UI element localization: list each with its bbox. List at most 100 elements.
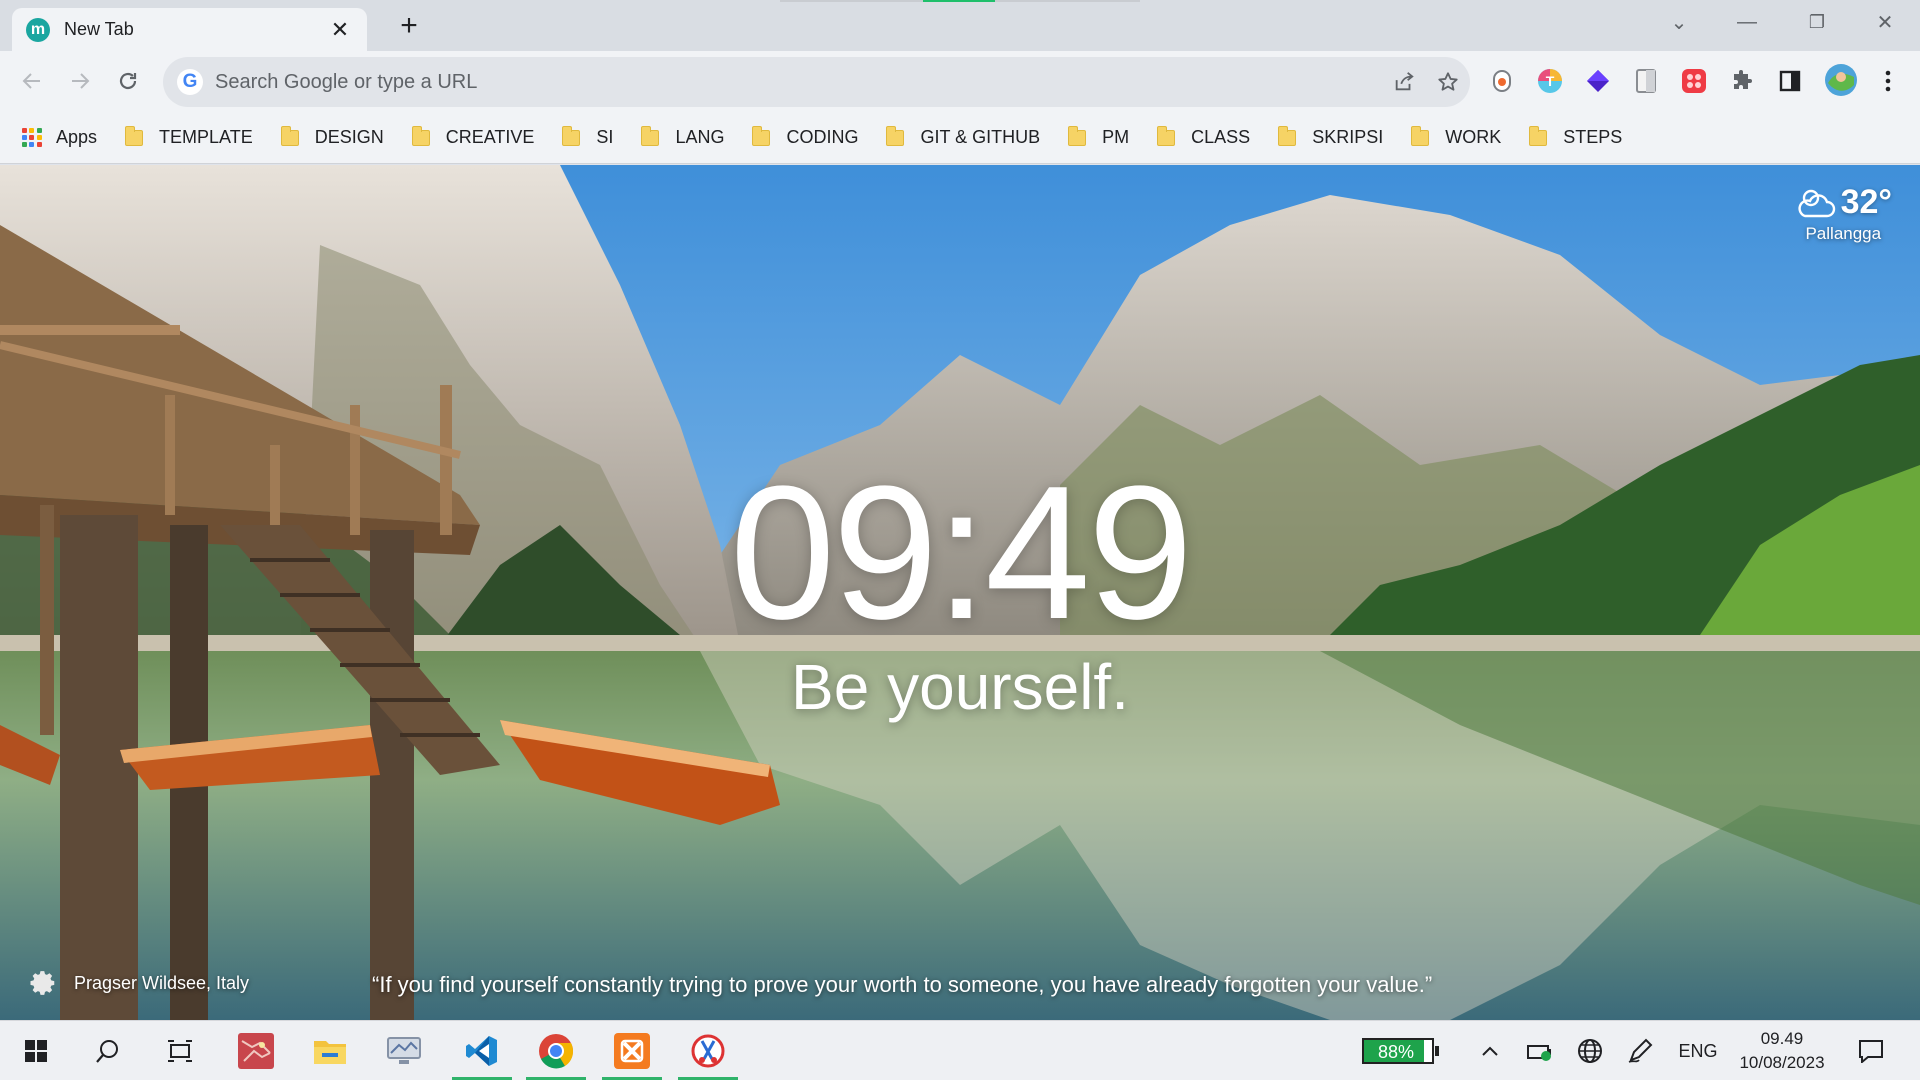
reload-button[interactable] (110, 63, 146, 99)
arrow-right-icon (72, 73, 90, 89)
globe-icon (1578, 1039, 1602, 1063)
show-hidden-icons-button[interactable] (1470, 1021, 1510, 1080)
bookmark-apps[interactable]: Apps (22, 120, 97, 156)
tab-close-icon[interactable]: ✕ (327, 17, 353, 43)
taskbar-app-chrome[interactable] (520, 1021, 592, 1080)
snipping-tool-icon (691, 1034, 725, 1068)
profile-avatar[interactable] (1822, 61, 1860, 99)
side-panel-icon[interactable] (1774, 65, 1806, 97)
bookmark-folder-coding[interactable]: CODING (752, 120, 858, 156)
battery-percent: 88% (1377, 1042, 1415, 1062)
pen-icon (1628, 1038, 1653, 1063)
bookmark-folder-template[interactable]: TEMPLATE (125, 120, 253, 156)
bookmark-label: LANG (675, 127, 725, 147)
browser-menu-icon[interactable] (1872, 65, 1904, 97)
folder-icon (1529, 125, 1548, 146)
bookmark-folder-lang[interactable]: LANG (641, 120, 724, 156)
taskbar-clock[interactable]: 09.49 10/08/2023 (1722, 1027, 1842, 1075)
folder-icon (1068, 125, 1087, 146)
taskbar-app-snipping[interactable] (672, 1021, 744, 1080)
battery-indicator[interactable]: 88% (1362, 1038, 1439, 1064)
start-button[interactable] (0, 1021, 72, 1080)
bookmark-label: CLASS (1191, 127, 1251, 147)
language-indicator[interactable]: ENG (1670, 1021, 1726, 1080)
omnibox-placeholder[interactable]: Search Google or type a URL (215, 71, 1382, 94)
photo-location[interactable]: Pragser Wildsee, Italy (74, 973, 249, 994)
weather-temperature: 32° (1840, 183, 1892, 221)
windows-logo-icon (25, 1040, 47, 1062)
extensions-puzzle-icon[interactable] (1726, 65, 1758, 97)
tab-new-tab[interactable]: m New Tab ✕ (12, 8, 367, 51)
new-tab-button[interactable]: + (392, 10, 426, 44)
bookmark-label: TEMPLATE (159, 127, 253, 147)
bookmark-folder-pm[interactable]: PM (1068, 120, 1129, 156)
share-icon[interactable] (1382, 60, 1426, 104)
tab-title: New Tab (64, 19, 134, 39)
extension-reader-icon[interactable] (1630, 65, 1662, 97)
bookmark-folder-si[interactable]: SI (562, 120, 613, 156)
new-tab-page: 32° Pallangga 09:49 Be yourself. Pragser… (0, 165, 1920, 1020)
tab-search-dropdown-icon[interactable]: ⌄ (1644, 0, 1714, 44)
bookmark-label: GIT & GITHUB (920, 127, 1041, 147)
folder-icon (125, 125, 144, 146)
bookmark-label: PM (1102, 127, 1130, 147)
bookmark-folder-skripsi[interactable]: SKRIPSI (1278, 120, 1383, 156)
taskbar-app-display[interactable] (368, 1021, 440, 1080)
extension-t-icon[interactable]: T (1534, 65, 1566, 97)
forward-button[interactable] (62, 63, 98, 99)
bookmark-star-icon[interactable] (1426, 60, 1470, 104)
bookmark-label: Apps (56, 127, 98, 147)
minimize-button[interactable]: — (1712, 0, 1782, 44)
bookmarks-bar: Apps TEMPLATE DESIGN CREATIVE SI LANG CO… (0, 112, 1920, 164)
folder-icon (411, 125, 430, 146)
svg-text:T: T (1546, 73, 1555, 89)
tray-battery-charging[interactable] (1518, 1021, 1562, 1080)
tray-network[interactable] (1568, 1021, 1612, 1080)
settings-gear-icon[interactable] (28, 968, 58, 998)
folder-icon (641, 125, 660, 146)
task-view-button[interactable] (144, 1021, 216, 1080)
chevron-up-icon (1482, 1046, 1498, 1056)
bookmark-folder-design[interactable]: DESIGN (280, 120, 384, 156)
bookmark-folder-class[interactable]: CLASS (1157, 120, 1250, 156)
tab-progress-indicator (780, 0, 1140, 2)
taskbar-app-xampp[interactable] (596, 1021, 668, 1080)
battery-charging-icon (1527, 1045, 1551, 1061)
bookmark-label: STEPS (1563, 127, 1623, 147)
extension-red-icon[interactable] (1678, 65, 1710, 97)
reload-icon (119, 72, 137, 90)
folder-icon (1157, 125, 1176, 146)
weather-widget[interactable]: 32° Pallangga (1795, 183, 1892, 244)
taskbar-date: 10/08/2023 (1739, 1053, 1825, 1072)
weather-location: Pallangga (1805, 224, 1882, 243)
daily-quote[interactable]: “If you find yourself constantly trying … (372, 972, 1432, 998)
bookmark-folder-git-github[interactable]: GIT & GITHUB (886, 120, 1040, 156)
extension-lock-icon[interactable] (1486, 65, 1518, 97)
folder-icon (1411, 125, 1430, 146)
bookmark-folder-work[interactable]: WORK (1411, 120, 1501, 156)
folder-icon (562, 125, 581, 146)
taskbar-app-vscode[interactable] (446, 1021, 518, 1080)
taskbar-time: 09.49 (1760, 1029, 1804, 1048)
photo-info: Pragser Wildsee, Italy (28, 968, 249, 998)
tray-pen[interactable] (1618, 1021, 1662, 1080)
omnibox[interactable]: G Search Google or type a URL (163, 57, 1470, 107)
chrome-icon (539, 1034, 574, 1069)
bookmark-folder-steps[interactable]: STEPS (1529, 120, 1622, 156)
notification-center-button[interactable] (1846, 1021, 1896, 1080)
restore-button[interactable]: ❐ (1782, 0, 1852, 44)
folder-explorer-icon (314, 1041, 346, 1064)
greeting-text[interactable]: Be yourself. (0, 650, 1920, 724)
monitor-app-icon (387, 1037, 421, 1064)
back-button[interactable] (14, 63, 50, 99)
bookmark-label: CREATIVE (445, 127, 535, 147)
taskbar-app-scrapbook[interactable] (220, 1021, 292, 1080)
folder-icon (280, 125, 299, 146)
window-close-button[interactable]: ✕ (1850, 0, 1920, 44)
extension-diamond-icon[interactable] (1582, 65, 1614, 97)
taskbar-search-button[interactable] (72, 1021, 144, 1080)
folder-icon (752, 125, 771, 146)
bookmark-label: SI (596, 127, 614, 147)
bookmark-folder-creative[interactable]: CREATIVE (411, 120, 535, 156)
taskbar-app-file-explorer[interactable] (294, 1021, 366, 1080)
